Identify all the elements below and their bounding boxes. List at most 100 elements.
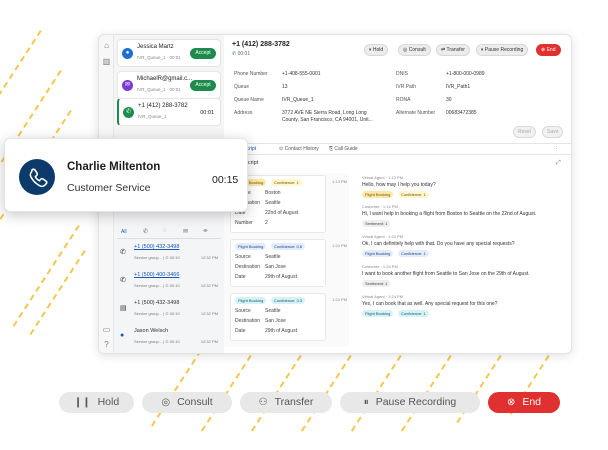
pause-recording-button[interactable]: ⏸ Pause Recording [476,44,529,56]
reset-button[interactable]: Reset [513,126,537,138]
caller-number: +1 (412) 288-3782 [232,41,290,48]
slot-value: 22nd of August [265,210,299,216]
history-time: 12:32 PM [200,311,218,316]
incoming-call-popup[interactable]: Charlie Miltenton Customer Service 00:15 [4,138,248,212]
phone-icon[interactable]: ✆ [143,228,148,235]
detail-value: 30 [446,97,452,103]
sentiment-tag: Sentiment: 1 [362,220,391,227]
filter-icon[interactable]: ⌯ [203,228,208,235]
intent-tag: Flight Booking [362,310,394,317]
detail-label: Alternate Number [396,110,436,116]
history-number[interactable]: +1 (500) 432-3498 [134,244,179,250]
stats-icon[interactable]: ▥ [102,57,111,66]
intent-card: Flight Booking Confidence: 0.8 1:24 PM S… [230,239,347,287]
consult-button[interactable]: ◎ Consult [398,44,431,56]
pause-circle-icon: ⏸ [363,397,369,408]
email-icon[interactable]: ✉ [183,228,188,235]
save-button[interactable]: Save [542,126,564,138]
tab-contact-history[interactable]: ⊙ Contact History [279,146,319,152]
phone-icon: ✆ [120,249,126,256]
slot-value: Seattle [265,200,281,206]
history-number[interactable]: +1 (500) 432-3498 [134,300,179,306]
intent-tag: Flight Booking [362,191,394,198]
history-time: 12:32 PM [200,339,218,344]
detail-value: 13 [282,84,288,90]
slot-value: 29th of August [265,274,297,280]
call-timer: 00:15 [212,174,239,186]
chat-message: Hello, how may I help you today? [362,182,436,188]
task-item-active[interactable]: ✆ +1 (412) 288-3782 IVR_Queue_1 00:01 [117,98,221,126]
history-item[interactable]: ▤ +1 (500) 432-3498 Service group... | ⊙… [114,297,224,323]
detail-value: +1-800-000-0989 [446,71,485,77]
phone-icon: ✆ [232,51,237,57]
chat-column: Virtual Agent · 1:13 PM Hello, how may I… [350,173,571,347]
tab-bar [224,143,571,155]
sms-icon: ▤ [120,305,127,312]
expand-icon[interactable]: ⤢ [556,160,561,167]
confidence-tag: Confidence: 3.3 [271,297,306,304]
task-item[interactable]: ● Jessica Martz IVR_Queue_1 · 00:01 Acce… [117,39,221,67]
pause-recording-button[interactable]: ⏸ Pause Recording [340,392,480,413]
detail-label: Queue [234,84,250,90]
slot-label: Number [235,220,253,226]
accept-button[interactable]: Accept [190,80,216,91]
history-tabs: All ✆ ◌ ✉ ⌯ [117,227,221,239]
caller-name: Charlie Miltenton [67,161,161,173]
detail-value: IVR_Path1 [446,84,471,90]
slot-label: Date [235,274,246,280]
chat-icon[interactable]: ▭ [102,325,111,334]
intent-tag: Flight Booking [235,243,267,250]
stage: ⌂ ▥ ▭ ? ● Jessica Martz IVR_Queue_1 · 00… [0,0,608,450]
hold-button[interactable]: ❙❙ Hold [59,392,134,413]
consult-button[interactable]: ◎ Consult [142,392,232,413]
phone-icon [29,168,48,188]
slot-label: Source [235,254,251,260]
task-timer: 00:01 [200,110,214,116]
hold-button[interactable]: ⏸ Hold [364,44,389,56]
decor-dash [29,250,86,335]
help-icon[interactable]: ? [102,340,111,349]
end-button[interactable]: ⊗ End [488,392,560,413]
phone-icon: ✆ [123,107,134,118]
chat-icon[interactable]: ◌ [163,228,167,234]
task-name: Jessica Martz [137,44,174,50]
slot-label: Destination [235,318,261,324]
accept-button[interactable]: Accept [190,48,216,59]
slot-value: San Jose [265,318,286,324]
caller-queue: Customer Service [67,182,151,194]
chat-sender: Virtual Agent · 1:24 PM [362,234,404,239]
detail-label: Queue Name [234,97,264,103]
task-name: +1 (412) 288-3782 [138,103,188,109]
more-icon[interactable]: ⋮ [554,146,559,152]
detail-label: IVR Path [396,84,417,90]
person-icon: ⚇ [258,397,268,408]
tab-call-guide[interactable]: ⎘ Call Guide [329,146,358,152]
history-item[interactable]: ● Jason Welsch Service group... | ⊙ 00:1… [114,325,224,351]
detail-value: +1-408-555-0001 [282,71,321,77]
end-button[interactable]: ⊗ End [536,44,561,56]
task-item[interactable]: ✉ MichaelR@gmail.c... IVR_Queue_1 · 00:0… [117,71,221,99]
call-header: +1 (412) 288-3782 ✆ 00:01 [232,41,290,57]
chat-message: Yes, I can book that as well. Any specia… [362,301,498,307]
transfer-button[interactable]: ⚇ Transfer [240,392,332,413]
chat-sender: Virtual Agent · 1:13 PM [362,175,404,180]
slot-label: Date [235,328,246,334]
history-item[interactable]: ✆ +1 (500) 432-3498 Service group... | ⊙… [114,241,224,267]
confidence-tag: Confidence: 1 [398,310,429,317]
detail-value: 00683472385 [446,110,477,116]
slot-label: Source [235,308,251,314]
history-number[interactable]: Jason Welsch [134,328,168,334]
confidence-tag: Confidence: 1 [398,191,429,198]
tab-all[interactable]: All [121,229,127,235]
slot-value: Seattle [265,254,281,260]
home-icon[interactable]: ⌂ [102,41,111,50]
chat-icon: ● [122,48,133,59]
task-sub: IVR_Queue_1 [138,114,167,119]
chat-message: I want to book another flight from Seatt… [362,271,530,277]
phone-icon: ✆ [120,277,126,284]
history-time: 12:32 PM [200,255,218,260]
history-number[interactable]: +1 (500) 400-3466 [134,272,179,278]
history-item[interactable]: ✆ +1 (500) 400-3466 Service group... | ⊙… [114,269,224,295]
detail-label: RONA [396,97,411,103]
transfer-button[interactable]: ⇄ Transfer [436,44,470,56]
